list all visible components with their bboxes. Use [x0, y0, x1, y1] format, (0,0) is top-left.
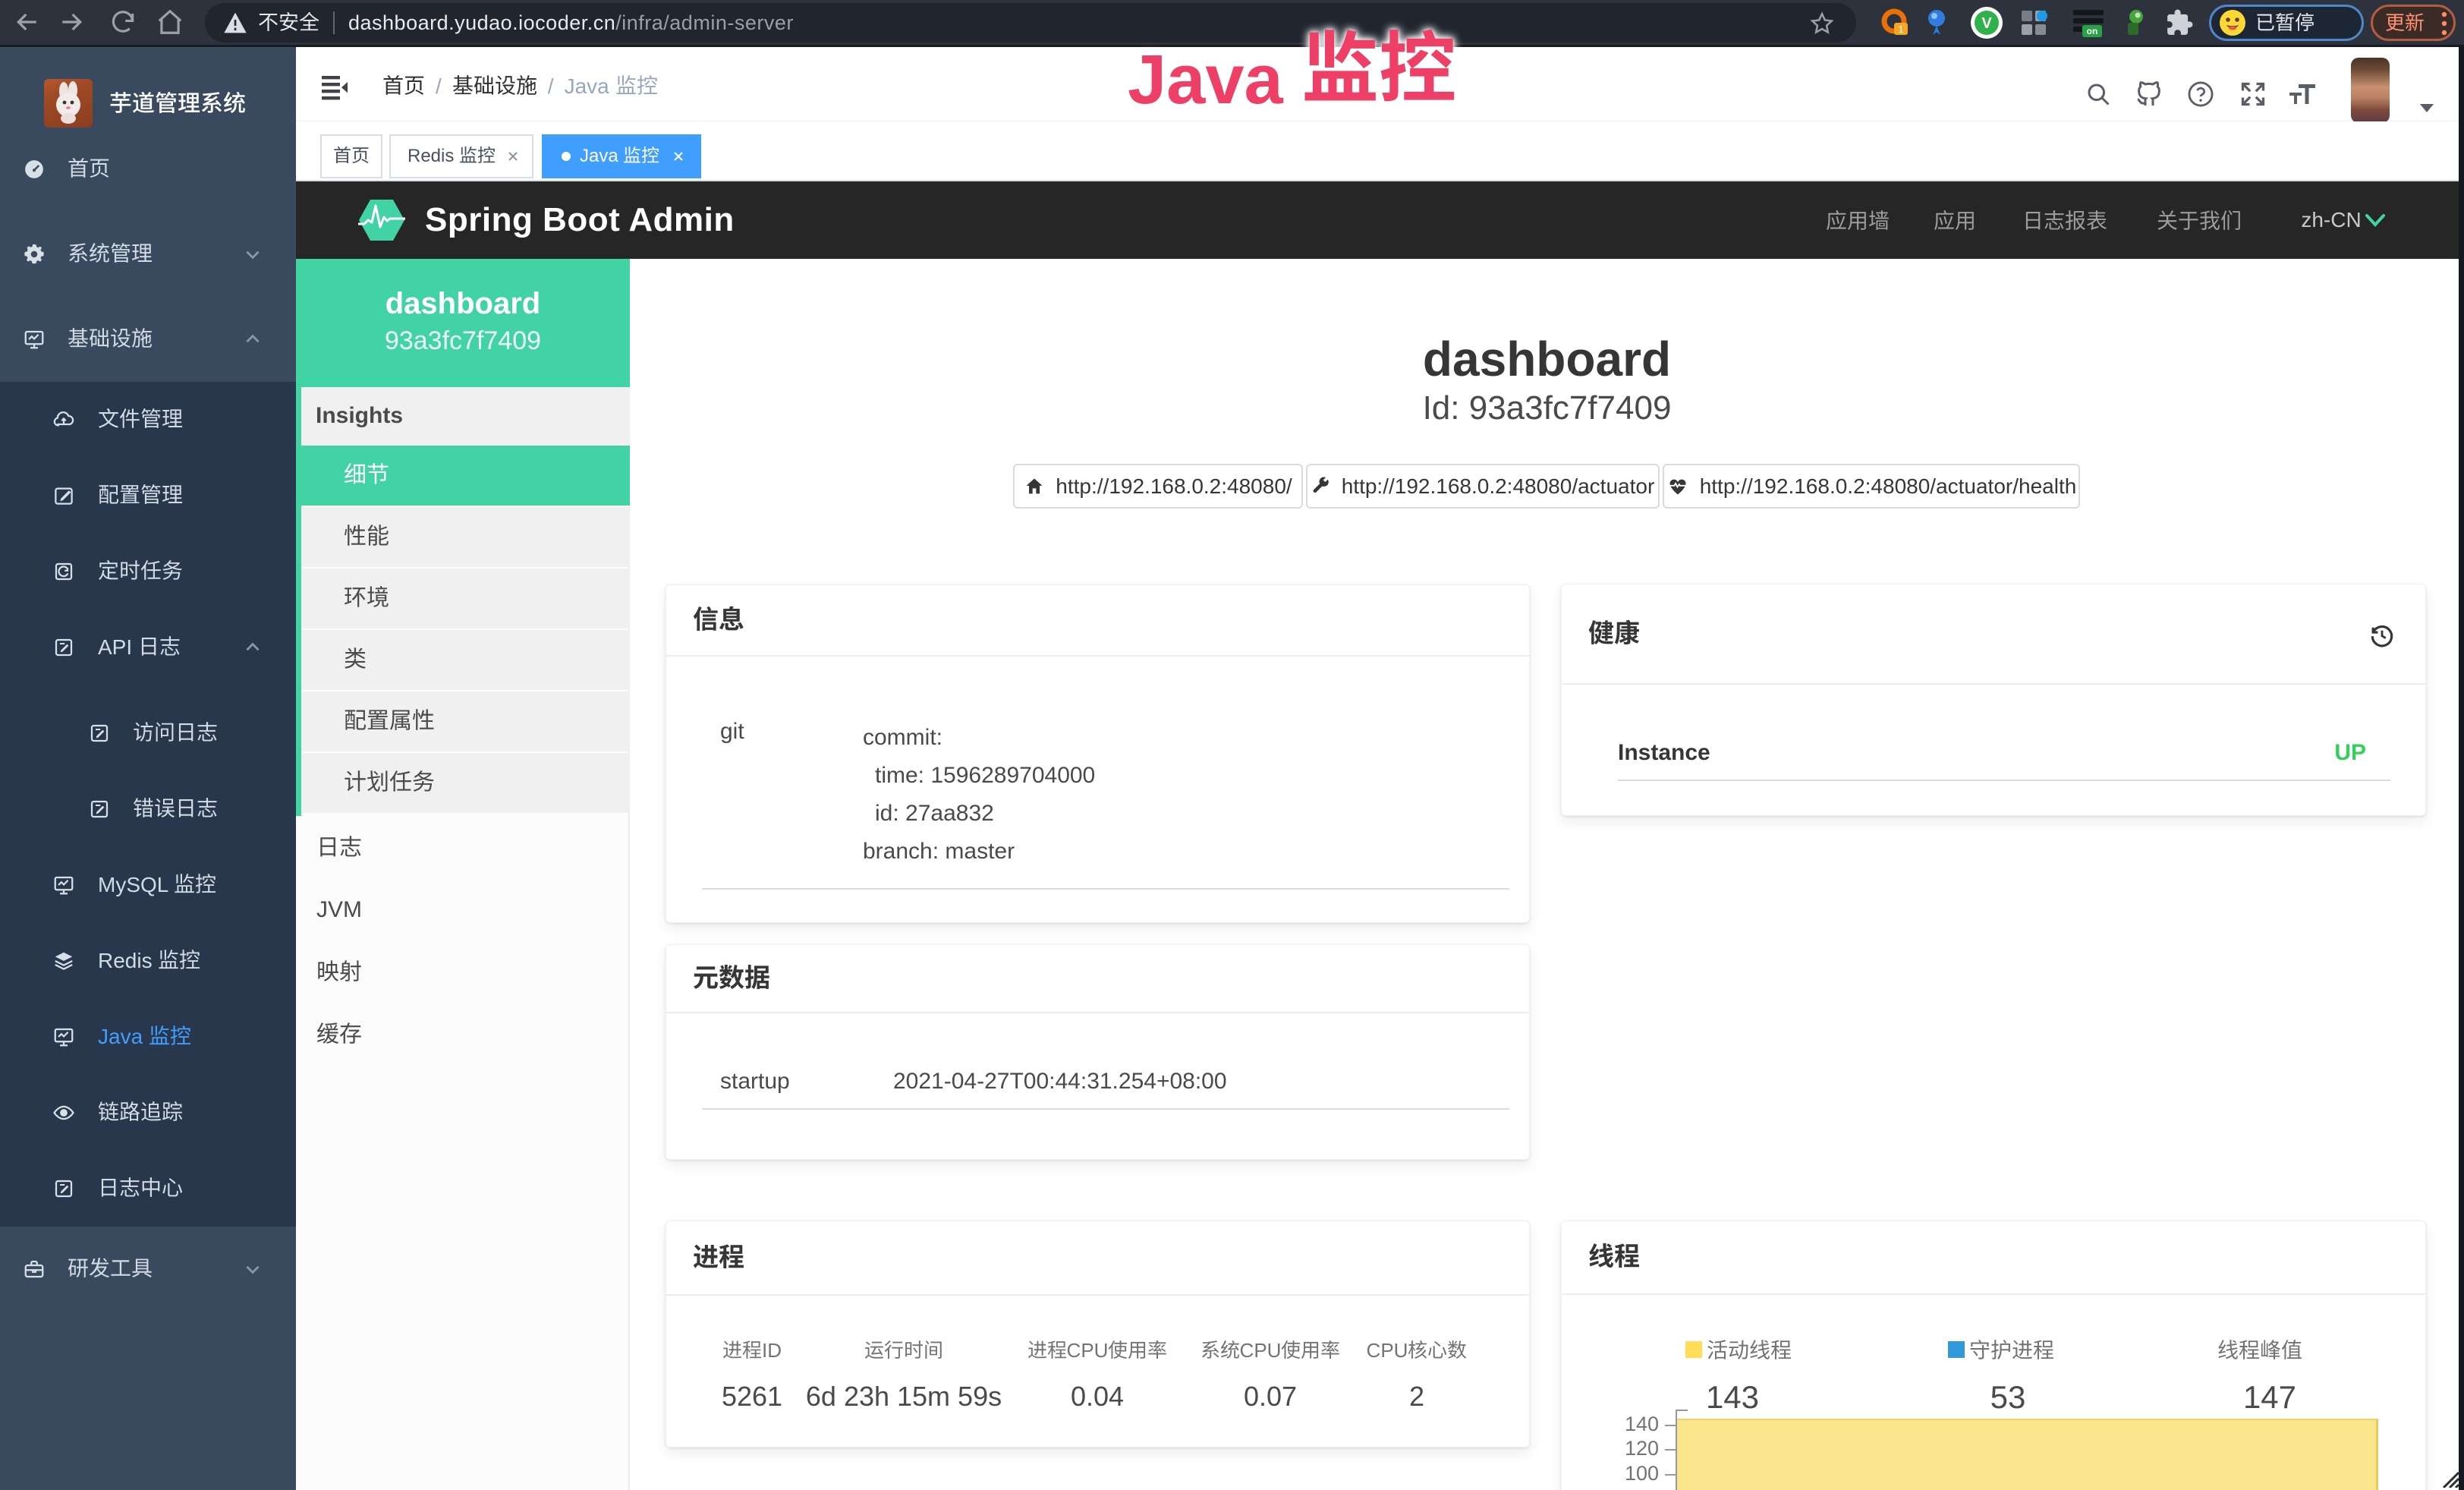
svg-text:V: V: [1981, 15, 1992, 32]
svg-text:1: 1: [1898, 24, 1903, 35]
svg-text:on: on: [2087, 26, 2098, 36]
